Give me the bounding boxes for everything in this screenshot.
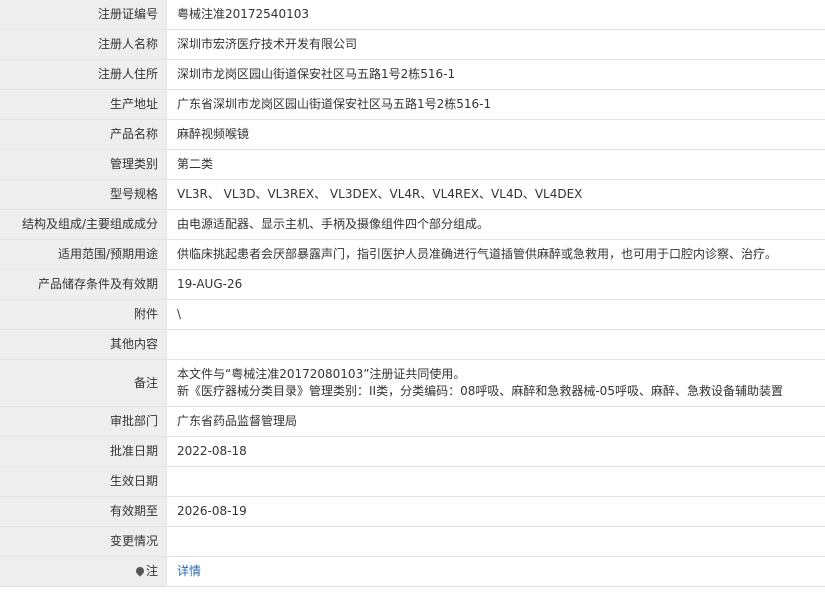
table-row: 其他内容 bbox=[0, 329, 825, 360]
row-value: VL3R、 VL3D、VL3REX、 VL3DEX、VL4R、VL4REX、VL… bbox=[166, 179, 825, 210]
table-row: 附件 \ bbox=[0, 299, 825, 330]
row-value: 供临床挑起患者会厌部暴露声门，指引医护人员准确进行气道插管供麻醉或急救用，也可用… bbox=[166, 239, 825, 270]
row-value: 广东省深圳市龙岗区园山街道保安社区马五路1号2栋516-1 bbox=[166, 89, 825, 120]
remark-line-2: 新《医疗器械分类目录》管理类别：II类，分类编码：08呼吸、麻醉和急救器械-05… bbox=[177, 384, 783, 398]
row-label: 审批部门 bbox=[0, 406, 167, 437]
table-row: 适用范围/预期用途 供临床挑起患者会厌部暴露声门，指引医护人员准确进行气道插管供麻… bbox=[0, 239, 825, 270]
row-label: 注册人住所 bbox=[0, 59, 167, 90]
table-row-remark: 备注 本文件与“粤械注准20172080103”注册证共同使用。 新《医疗器械分… bbox=[0, 359, 825, 407]
table-row: 注册人住所 深圳市龙岗区园山街道保安社区马五路1号2栋516-1 bbox=[0, 59, 825, 90]
row-label-note: 注 bbox=[0, 556, 167, 587]
note-label: 注 bbox=[145, 564, 158, 578]
row-value: 深圳市宏济医疗技术开发有限公司 bbox=[166, 29, 825, 60]
table-row: 结构及组成/主要组成成分 由电源适配器、显示主机、手柄及摄像组件四个部分组成。 bbox=[0, 209, 825, 240]
row-value bbox=[166, 329, 825, 360]
row-label: 注册证编号 bbox=[0, 0, 167, 30]
table-row: 型号规格 VL3R、 VL3D、VL3REX、 VL3DEX、VL4R、VL4RE… bbox=[0, 179, 825, 210]
row-label: 生效日期 bbox=[0, 466, 167, 497]
table-row: 生产地址 广东省深圳市龙岗区园山街道保安社区马五路1号2栋516-1 bbox=[0, 89, 825, 120]
remark-line-1: 本文件与“粤械注准20172080103”注册证共同使用。 bbox=[177, 367, 466, 381]
row-label: 批准日期 bbox=[0, 436, 167, 467]
row-value: 广东省药品监督管理局 bbox=[166, 406, 825, 437]
row-value-note: 详情 bbox=[166, 556, 825, 587]
table-row-note: 注 详情 bbox=[0, 556, 825, 587]
table-row: 有效期至 2026-08-19 bbox=[0, 496, 825, 527]
row-value: 麻醉视频喉镜 bbox=[166, 119, 825, 150]
row-value: 粤械注准20172540103 bbox=[166, 0, 825, 30]
registration-table: 注册证编号 粤械注准20172540103 注册人名称 深圳市宏济医疗技术开发有限公司… bbox=[0, 0, 825, 587]
table-row: 批准日期 2022-08-18 bbox=[0, 436, 825, 467]
row-label: 管理类别 bbox=[0, 149, 167, 180]
row-label: 产品储存条件及有效期 bbox=[0, 269, 167, 300]
details-link[interactable]: 详情 bbox=[177, 564, 201, 578]
table-row: 管理类别 第二类 bbox=[0, 149, 825, 180]
row-label: 备注 bbox=[0, 359, 167, 407]
row-label: 变更情况 bbox=[0, 526, 167, 557]
location-pin-icon bbox=[134, 565, 146, 577]
row-label: 型号规格 bbox=[0, 179, 167, 210]
table-row: 注册证编号 粤械注准20172540103 bbox=[0, 0, 825, 30]
row-value: 19-AUG-26 bbox=[166, 269, 825, 300]
row-value: \ bbox=[166, 299, 825, 330]
row-value: 由电源适配器、显示主机、手柄及摄像组件四个部分组成。 bbox=[166, 209, 825, 240]
row-label: 附件 bbox=[0, 299, 167, 330]
table-row: 产品储存条件及有效期 19-AUG-26 bbox=[0, 269, 825, 300]
row-value-remark: 本文件与“粤械注准20172080103”注册证共同使用。 新《医疗器械分类目录… bbox=[166, 359, 825, 407]
row-value: 2022-08-18 bbox=[166, 436, 825, 467]
table-row: 生效日期 bbox=[0, 466, 825, 497]
row-label: 适用范围/预期用途 bbox=[0, 239, 167, 270]
row-label: 产品名称 bbox=[0, 119, 167, 150]
table-row: 产品名称 麻醉视频喉镜 bbox=[0, 119, 825, 150]
table-row: 注册人名称 深圳市宏济医疗技术开发有限公司 bbox=[0, 29, 825, 60]
row-label: 结构及组成/主要组成成分 bbox=[0, 209, 167, 240]
row-label: 注册人名称 bbox=[0, 29, 167, 60]
row-label: 有效期至 bbox=[0, 496, 167, 527]
row-value: 第二类 bbox=[166, 149, 825, 180]
row-label: 其他内容 bbox=[0, 329, 167, 360]
row-label: 生产地址 bbox=[0, 89, 167, 120]
table-row: 变更情况 bbox=[0, 526, 825, 557]
row-value: 2026-08-19 bbox=[166, 496, 825, 527]
table-row: 审批部门 广东省药品监督管理局 bbox=[0, 406, 825, 437]
row-value bbox=[166, 526, 825, 557]
row-value: 深圳市龙岗区园山街道保安社区马五路1号2栋516-1 bbox=[166, 59, 825, 90]
row-value bbox=[166, 466, 825, 497]
